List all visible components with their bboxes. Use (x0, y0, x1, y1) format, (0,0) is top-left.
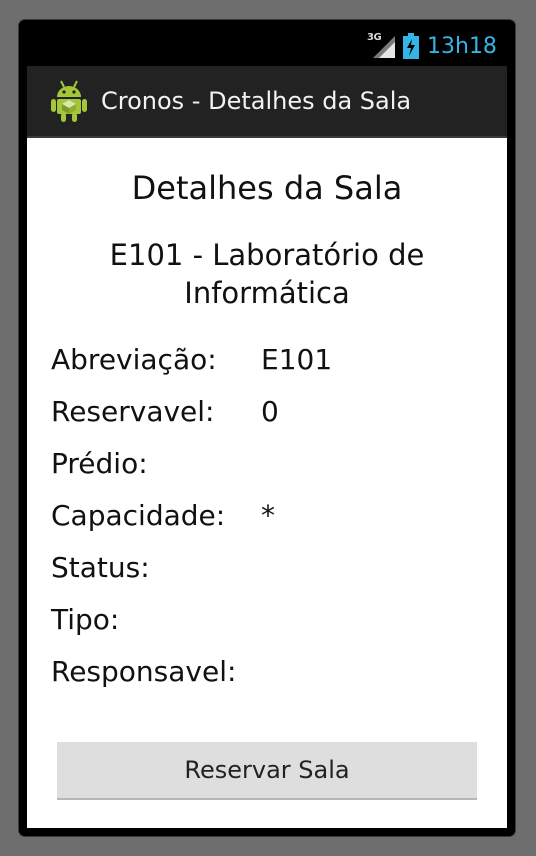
clock: 13h18 (427, 34, 497, 59)
detail-row-status: Status: (51, 548, 491, 600)
android-icon[interactable] (49, 79, 89, 123)
phone-frame: 3G 13h18 Cronos - Detalhes da Sala Detal… (19, 20, 515, 836)
app-title: Cronos - Detalhes da Sala (101, 87, 412, 115)
detail-label: Abreviação: (51, 343, 217, 376)
detail-label: Responsavel: (51, 655, 237, 688)
detail-label: Reservavel: (51, 395, 215, 428)
status-bar: 3G 13h18 (27, 28, 507, 66)
detail-label: Prédio: (51, 447, 148, 480)
detail-label: Capacidade: (51, 499, 226, 532)
detail-label: Tipo: (51, 603, 120, 636)
detail-row-abreviacao: Abreviação: E101 (51, 340, 491, 392)
action-bar: Cronos - Detalhes da Sala (27, 66, 507, 138)
detail-row-responsavel: Responsavel: (51, 652, 491, 704)
room-name: E101 - Laboratório de Informática (109, 238, 425, 310)
signal-icon: 3G (367, 32, 397, 58)
detail-row-predio: Prédio: (51, 444, 491, 496)
reserve-room-button[interactable]: Reservar Sala (57, 742, 477, 800)
detail-row-tipo: Tipo: (51, 600, 491, 652)
detail-row-reservavel: Reservavel: 0 (51, 392, 491, 444)
detail-row-capacidade: Capacidade: * (51, 496, 491, 548)
room-details-screen: Detalhes da Sala E101 - Laboratório de I… (27, 138, 507, 828)
detail-value: * (261, 499, 275, 532)
detail-value: 0 (261, 395, 279, 428)
page-title: Detalhes da Sala (131, 169, 403, 207)
details-list: Abreviação: E101 Reservavel: 0 Prédio: C… (51, 340, 491, 704)
detail-value: E101 (261, 343, 333, 376)
detail-label: Status: (51, 551, 150, 584)
battery-charging-icon (403, 33, 419, 59)
